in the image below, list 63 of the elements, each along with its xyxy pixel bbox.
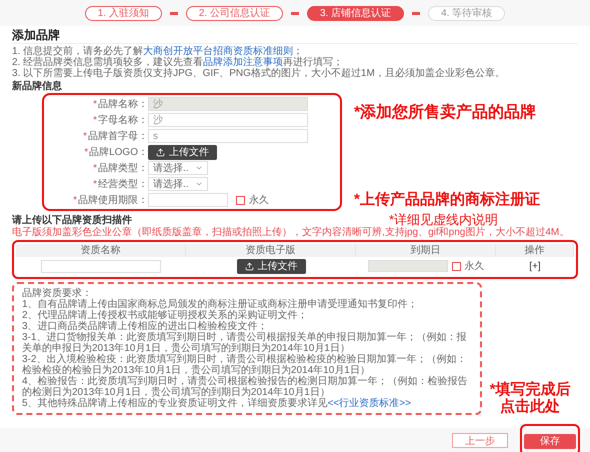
step-pill: 1. 入驻须知 bbox=[84, 6, 162, 20]
upload-button[interactable]: 上传文件 bbox=[148, 144, 217, 160]
checkbox-label: 永久 bbox=[464, 260, 484, 274]
required-mark: * bbox=[83, 130, 87, 144]
field-label: 字母名称： bbox=[98, 114, 148, 128]
annotation-text: *添加您所售卖产品的品牌 bbox=[354, 102, 538, 123]
section-heading: 请上传以下品牌资质扫描件 bbox=[12, 215, 132, 226]
save-button[interactable]: 保存 bbox=[524, 434, 576, 449]
requirements-heading: 品牌资质要求： bbox=[22, 288, 92, 299]
upload-icon bbox=[244, 262, 254, 270]
page-title: 添加品牌 bbox=[12, 26, 578, 44]
note-line: 3. 以下所需要上传电子版资质仅支持JPG、GIF、PNG格式的图片，大小不超过1M，且必须加盖企业彩色公章。 bbox=[12, 68, 506, 79]
note-line: 2. 经营品牌类信息需填项较多，建议先查看品牌添加注意事项再进行填写； bbox=[12, 57, 344, 68]
field-label: 品牌类型： bbox=[98, 162, 148, 176]
upload-button[interactable]: 上传文件 bbox=[236, 258, 306, 274]
input-field[interactable] bbox=[41, 260, 161, 272]
required-mark: * bbox=[73, 194, 77, 208]
annotation-text: *填写完成后 bbox=[490, 381, 570, 398]
select-field[interactable]: 请选择.. bbox=[148, 161, 208, 175]
note-link[interactable]: <<行业资质标准>> bbox=[328, 398, 411, 409]
note-line: 4、检验报告：此资质填写到期日时，请贵公司根据检验报告的检测日期加算一年；（例如：检验报告的检测日为2013年10月1日，贵公司填写的到期日为2014年10月1日） bbox=[22, 376, 469, 398]
column-header: 操作 bbox=[496, 244, 574, 257]
checkbox-label: 永久 bbox=[249, 194, 269, 208]
checkbox[interactable] bbox=[452, 262, 460, 270]
add-button[interactable]: [+] bbox=[529, 258, 541, 274]
field-label: 经营类型： bbox=[98, 178, 148, 192]
required-mark: * bbox=[93, 178, 97, 192]
select-field[interactable]: 请选择.. bbox=[148, 177, 208, 191]
upload-icon bbox=[156, 148, 165, 156]
note-line: 3-1、进口货物报关单：此资质填写到期日时，请贵公司根据报关单的申报日期加算一年；（例如：报关单的申报日为2013年10月1日，贵公司填写的到期日为2014年10月1日） bbox=[22, 332, 468, 354]
back-button[interactable]: 上一步 bbox=[452, 432, 508, 448]
annotation-text: *上传产品品牌的商标注册证 bbox=[354, 190, 541, 210]
section-heading: 新品牌信息 bbox=[12, 81, 63, 93]
note-line: 1、自有品牌请上传由国家商标总局颁发的商标注册证或商标注册申请受理通知书复印件； bbox=[22, 299, 419, 310]
warning-text: 电子版须加盖彩色企业公章（即纸质版盖章，扫描或拍照上传），文字内容清晰可辨,支持jpg、gif和png图片，大小不超过4M。 bbox=[12, 227, 570, 238]
step-pill: 4. 等待审核 bbox=[428, 6, 506, 20]
note-link[interactable]: 品牌添加注意事项 bbox=[203, 57, 284, 68]
note-line: 3、进口商品类品牌请上传相应的进出口检验检疫文件； bbox=[22, 321, 268, 332]
note-line: 3-2、出入境检验检疫：此资质填写到期日时，请贵公司根据检验检疫的检验日期加算一年；（例如：检验检疫的检验日为2013年10月1日，贵公司填写的到期日为2014年10月1日） bbox=[22, 354, 466, 376]
required-mark: * bbox=[93, 98, 97, 112]
note-line: 5、其他特殊品牌请上传相应的专业资质证明文件，详细资质要求详见<<行业资质标准>> bbox=[22, 398, 412, 409]
field-label: 品牌名称： bbox=[98, 98, 148, 112]
step-pill: 2. 公司信息认证 bbox=[186, 6, 283, 20]
annotation-text: *详细见虚线内说明 bbox=[388, 213, 498, 227]
field-label: 品牌使用期限： bbox=[78, 194, 148, 208]
input-field[interactable]: s bbox=[148, 129, 308, 143]
column-header: 到期日 bbox=[356, 244, 496, 257]
checkbox[interactable] bbox=[236, 196, 245, 204]
date-field[interactable] bbox=[148, 193, 228, 207]
required-mark: * bbox=[84, 146, 88, 160]
note-line: 2、代理品牌请上传授权书或能够证明授权关系的采购证明文件； bbox=[22, 310, 309, 321]
column-header: 资质名称 bbox=[16, 244, 186, 257]
date-field[interactable] bbox=[368, 260, 448, 272]
annotation-text: 点击此处 bbox=[500, 398, 560, 415]
column-header: 资质电子版 bbox=[186, 244, 356, 257]
input-field[interactable]: 沙 bbox=[148, 113, 308, 127]
step-pill: 3. 店铺信息认证 bbox=[307, 6, 404, 20]
field-label: 品牌首字母： bbox=[88, 130, 148, 144]
required-mark: * bbox=[93, 114, 97, 128]
required-mark: * bbox=[93, 162, 97, 176]
note-line: 1. 信息提交前，请务必先了解大商创开放平台招商资质标准细则； bbox=[12, 46, 304, 57]
field-label: 品牌LOGO： bbox=[89, 146, 148, 160]
note-link[interactable]: 大商创开放平台招商资质标准细则 bbox=[143, 46, 294, 57]
